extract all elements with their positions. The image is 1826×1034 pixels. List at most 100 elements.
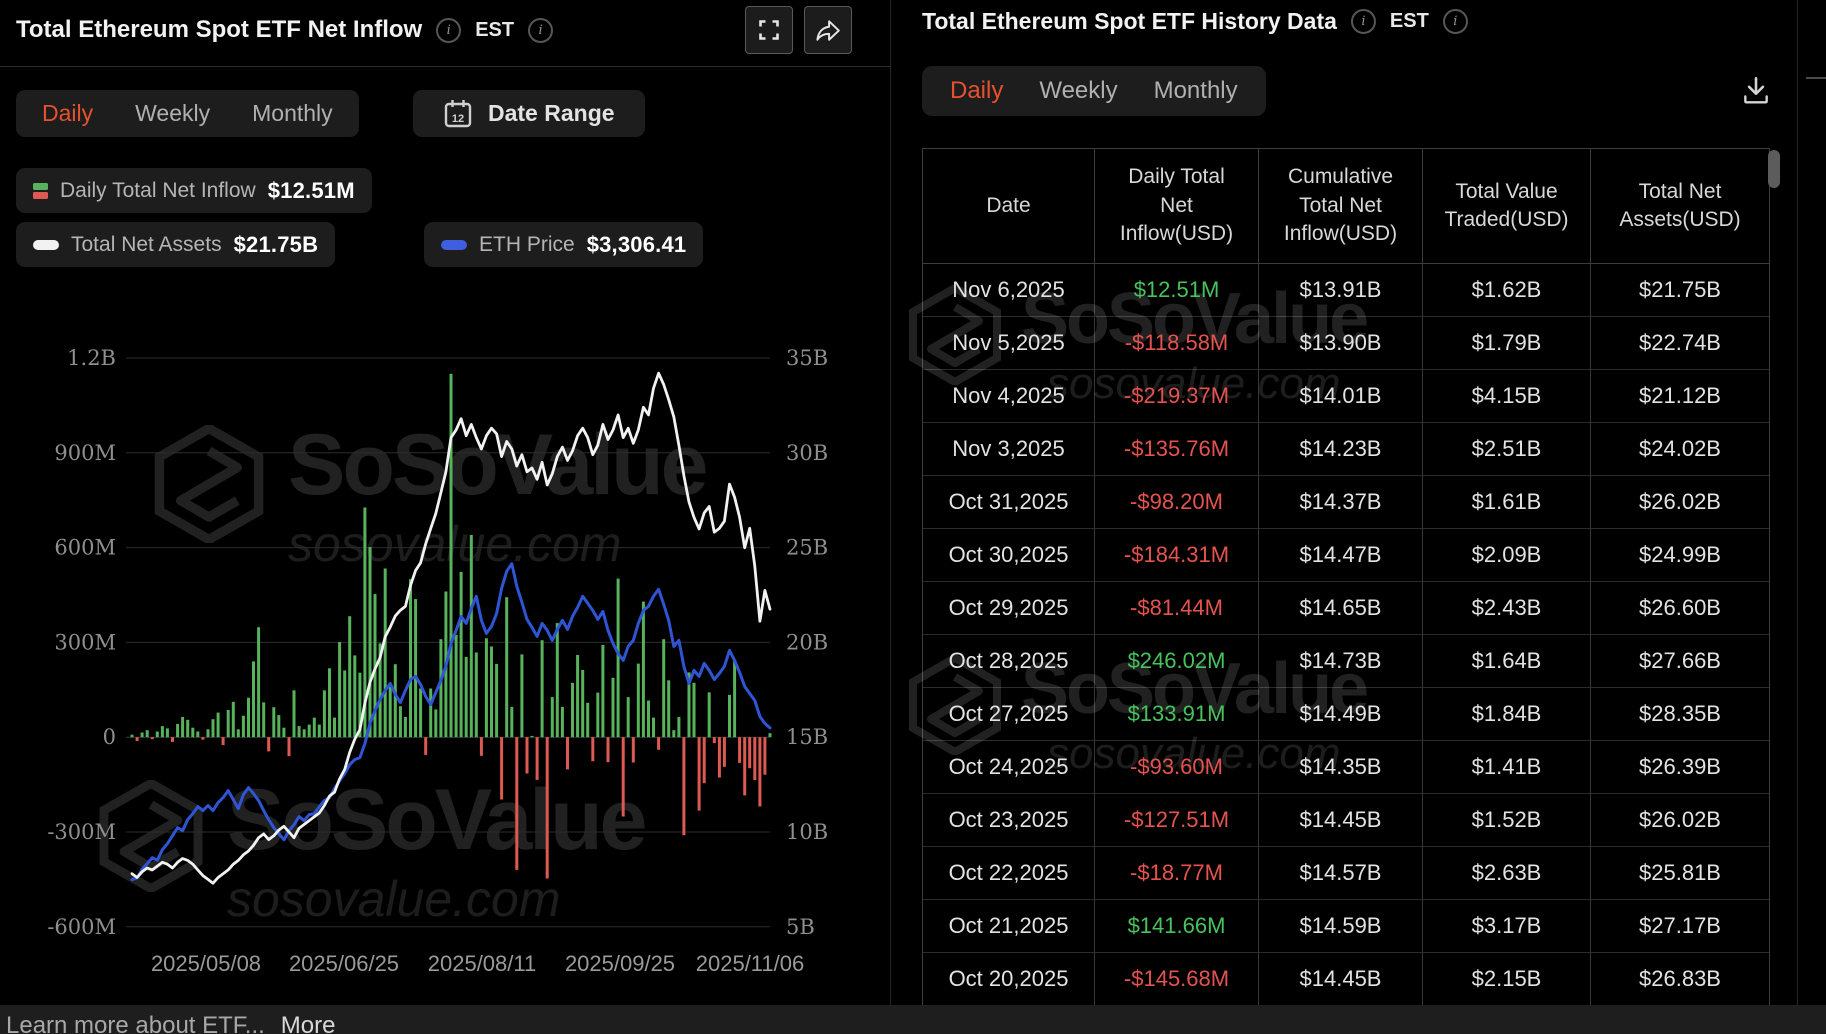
inflow-bar[interactable] <box>217 713 220 738</box>
inflow-bar[interactable] <box>546 737 549 878</box>
inflow-bar[interactable] <box>131 735 134 738</box>
share-button[interactable] <box>804 6 852 54</box>
inflow-bar[interactable] <box>450 374 453 737</box>
inflow-bar[interactable] <box>510 707 513 737</box>
inflow-bar[interactable] <box>262 702 265 737</box>
inflow-bar[interactable] <box>596 693 599 738</box>
inflow-bar[interactable] <box>470 535 473 737</box>
inflow-bar[interactable] <box>627 697 630 737</box>
inflow-bar[interactable] <box>227 710 230 737</box>
inflow-bar[interactable] <box>146 730 149 737</box>
inflow-bar[interactable] <box>404 717 407 737</box>
inflow-bar[interactable] <box>156 732 159 738</box>
inflow-bar[interactable] <box>708 692 711 737</box>
inflow-bar[interactable] <box>176 724 179 737</box>
inflow-bar[interactable] <box>298 726 301 737</box>
inflow-bar[interactable] <box>495 664 498 737</box>
inflow-bar[interactable] <box>505 597 508 737</box>
inflow-bar[interactable] <box>500 737 503 799</box>
inflow-bar[interactable] <box>419 689 422 738</box>
inflow-bar[interactable] <box>703 737 706 783</box>
inflow-bar[interactable] <box>738 737 741 763</box>
inflow-bar[interactable] <box>769 733 772 737</box>
inflow-bar[interactable] <box>743 737 746 795</box>
legend-total-net-assets[interactable]: Total Net Assets $21.75B <box>16 222 335 267</box>
inflow-bar[interactable] <box>191 728 194 738</box>
footer-more-link[interactable]: More <box>281 1012 336 1034</box>
date-range-button[interactable]: 12 Date Range <box>413 90 645 137</box>
inflow-bar[interactable] <box>318 725 321 738</box>
inflow-bar[interactable] <box>323 690 326 737</box>
inflow-bar[interactable] <box>642 602 645 738</box>
inflow-bar[interactable] <box>171 737 174 742</box>
inflow-bar[interactable] <box>151 737 154 739</box>
inflow-bar[interactable] <box>758 737 761 806</box>
inflow-bar[interactable] <box>612 678 615 737</box>
inflow-bar[interactable] <box>677 717 680 737</box>
inflow-bar[interactable] <box>272 707 275 737</box>
inflow-bar[interactable] <box>748 737 751 768</box>
inflow-bar[interactable] <box>662 639 665 737</box>
inflow-bar[interactable] <box>733 660 736 738</box>
inflow-bar[interactable] <box>141 733 144 738</box>
inflow-bar[interactable] <box>414 599 417 737</box>
inflow-bar[interactable] <box>252 661 255 737</box>
inflow-bar[interactable] <box>693 683 696 737</box>
inflow-bar[interactable] <box>257 627 260 737</box>
tab-weekly[interactable]: Weekly <box>135 100 210 127</box>
inflow-bar[interactable] <box>313 718 316 738</box>
inflow-bar[interactable] <box>333 718 336 738</box>
inflow-bar[interactable] <box>232 702 235 737</box>
inflow-bar[interactable] <box>723 737 726 767</box>
inflow-bar[interactable] <box>429 689 432 738</box>
inflow-bar[interactable] <box>389 684 392 738</box>
inflow-bar[interactable] <box>581 670 584 737</box>
table-scrollbar-thumb[interactable] <box>1768 150 1780 188</box>
inflow-bar[interactable] <box>237 729 240 737</box>
inflow-bar[interactable] <box>353 655 356 737</box>
inflow-bar[interactable] <box>247 698 250 738</box>
inflow-bar[interactable] <box>293 690 296 737</box>
inflow-bar[interactable] <box>136 737 139 741</box>
inflow-bar[interactable] <box>576 655 579 737</box>
inflow-bar[interactable] <box>490 647 493 738</box>
inflow-bar[interactable] <box>222 737 225 745</box>
inflow-bar[interactable] <box>536 737 539 780</box>
inflow-bar[interactable] <box>586 703 589 737</box>
inflow-bar[interactable] <box>480 737 483 756</box>
inflow-bar[interactable] <box>763 737 766 775</box>
inflow-bar[interactable] <box>475 653 478 738</box>
inflow-bar[interactable] <box>561 707 564 737</box>
info-icon[interactable]: i <box>528 18 553 43</box>
inflow-bar[interactable] <box>434 709 437 737</box>
inflow-bar[interactable] <box>267 737 270 751</box>
inflow-bar[interactable] <box>207 729 210 737</box>
inflow-bar[interactable] <box>571 683 574 737</box>
fullscreen-button[interactable] <box>745 6 793 54</box>
inflow-bar[interactable] <box>617 579 620 738</box>
inflow-bar[interactable] <box>181 717 184 737</box>
inflow-bar[interactable] <box>485 638 488 737</box>
inflow-bar[interactable] <box>201 737 204 740</box>
inflow-bar[interactable] <box>338 642 341 737</box>
inflow-bar[interactable] <box>637 664 640 738</box>
inflow-bar[interactable] <box>308 725 311 738</box>
inflow-bar[interactable] <box>409 579 412 737</box>
inflow-bar[interactable] <box>277 715 280 737</box>
inflow-bar[interactable] <box>551 697 554 737</box>
inflow-bar[interactable] <box>718 737 721 777</box>
inflow-bar[interactable] <box>713 737 716 743</box>
legend-eth-price[interactable]: ETH Price $3,306.41 <box>424 222 703 267</box>
inflow-bar[interactable] <box>288 737 291 756</box>
inflow-bar[interactable] <box>632 737 635 762</box>
inflow-bar[interactable] <box>196 732 199 738</box>
inflow-bar[interactable] <box>212 719 215 737</box>
download-button[interactable] <box>1740 74 1772 111</box>
inflow-bar[interactable] <box>520 654 523 737</box>
inflow-bar[interactable] <box>657 737 660 750</box>
inflow-bar[interactable] <box>667 680 670 737</box>
inflow-bar[interactable] <box>399 706 402 737</box>
inflow-bar[interactable] <box>556 623 559 737</box>
legend-daily-net-inflow[interactable]: Daily Total Net Inflow $12.51M <box>16 168 372 213</box>
inflow-bar[interactable] <box>607 737 610 762</box>
